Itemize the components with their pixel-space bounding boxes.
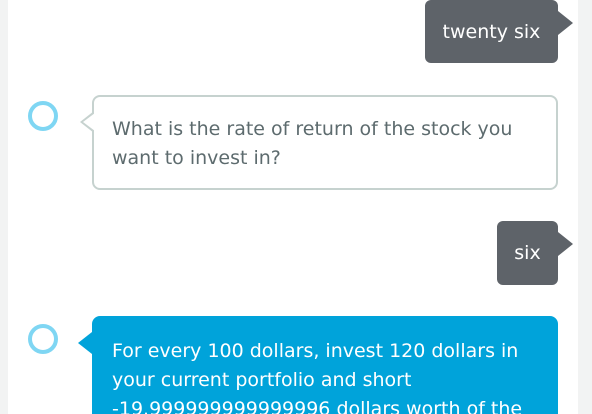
alexa-latest-response: For every 100 dollars, invest 120 dollar… — [78, 316, 558, 414]
user-message-bubble: six — [497, 221, 573, 285]
bubble-tail — [78, 332, 92, 354]
alexa-response-text: What is the rate of return of the stock … — [112, 118, 513, 169]
right-gutter — [578, 0, 592, 414]
alexa-response-bubble: For every 100 dollars, invest 120 dollar… — [92, 316, 558, 414]
left-gutter — [0, 0, 8, 414]
user-message-bubble: twenty six — [425, 0, 573, 63]
user-message-text: twenty six — [442, 20, 541, 43]
alexa-response-bubble: What is the rate of return of the stock … — [80, 95, 558, 190]
user-message-text: six — [514, 242, 541, 264]
bubble-tail — [558, 11, 573, 35]
bubble-tail — [558, 232, 573, 256]
alexa-ring-icon — [28, 101, 58, 131]
alexa-response-text: For every 100 dollars, invest 120 dollar… — [112, 340, 523, 414]
alexa-ring-icon — [28, 324, 58, 354]
